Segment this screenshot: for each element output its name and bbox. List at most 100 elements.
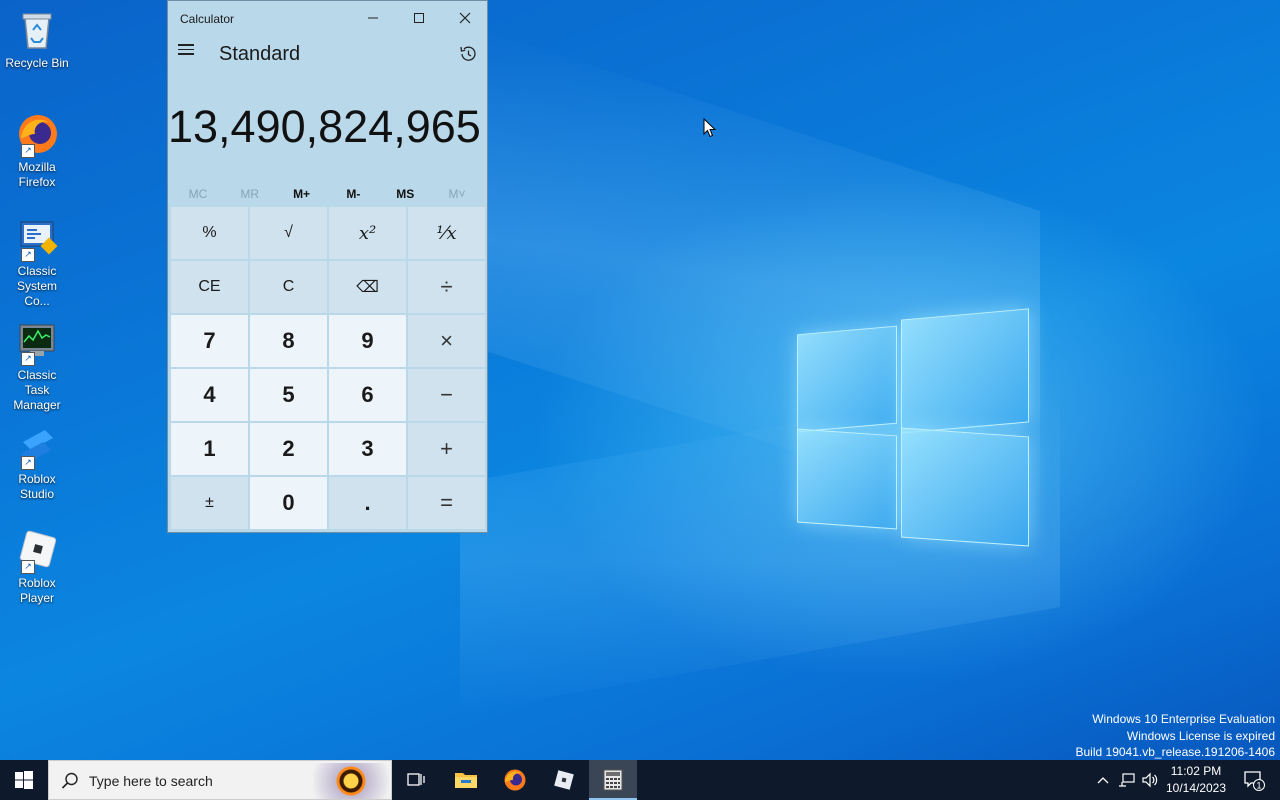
desktop-icon-label: Classic System Co... bbox=[16, 264, 57, 308]
decimal-button[interactable]: . bbox=[329, 477, 406, 529]
clock-date: 10/14/2023 bbox=[1165, 781, 1227, 795]
system-clock[interactable]: 11:02 PM 10/14/2023 bbox=[1156, 763, 1236, 797]
search-placeholder: Type here to search bbox=[89, 773, 213, 789]
minus-button[interactable]: − bbox=[408, 369, 485, 421]
control-panel-icon: ↗ bbox=[15, 216, 59, 262]
notification-count: 1 bbox=[1256, 781, 1261, 791]
divide-button[interactable]: ÷ bbox=[408, 261, 485, 313]
folder-icon bbox=[455, 773, 477, 788]
memory-recall-button[interactable]: MR bbox=[224, 187, 276, 201]
title-bar[interactable]: Calculator bbox=[168, 1, 487, 35]
windows-logo-wallpaper bbox=[795, 308, 1030, 548]
recycle-bin-icon bbox=[15, 8, 59, 52]
mouse-cursor-icon bbox=[703, 118, 717, 138]
action-center-button[interactable]: 1 bbox=[1236, 760, 1272, 800]
square-button[interactable]: x² bbox=[329, 207, 406, 259]
shortcut-arrow-icon: ↗ bbox=[21, 456, 35, 470]
firefox-icon bbox=[504, 769, 526, 791]
memory-store-button[interactable]: MS bbox=[379, 187, 431, 201]
digit-6-button[interactable]: 6 bbox=[329, 369, 406, 421]
memory-bar: MC MR M+ M- MS M˅ bbox=[168, 179, 487, 209]
start-button[interactable] bbox=[0, 760, 48, 800]
chevron-up-icon bbox=[1097, 777, 1109, 784]
equals-button[interactable]: = bbox=[408, 477, 485, 529]
firefox-icon: ↗ bbox=[15, 112, 59, 158]
desktop-icon-label: Classic Task Manager bbox=[13, 368, 61, 412]
memory-subtract-button[interactable]: M- bbox=[327, 187, 379, 201]
activation-watermark: Windows 10 Enterprise Evaluation Windows… bbox=[1076, 711, 1276, 761]
desktop-icon-label: Roblox Player bbox=[18, 576, 56, 605]
clock-time: 11:02 PM bbox=[1170, 764, 1222, 778]
taskbar-firefox[interactable] bbox=[491, 760, 539, 800]
digit-4-button[interactable]: 4 bbox=[171, 369, 248, 421]
result-display: 13,490,824,965 bbox=[168, 101, 481, 152]
reciprocal-button[interactable]: ¹⁄x bbox=[408, 207, 485, 259]
memory-add-button[interactable]: M+ bbox=[276, 187, 328, 201]
desktop-icon-roblox-player[interactable]: ↗ Roblox Player bbox=[4, 528, 70, 606]
maximize-icon bbox=[414, 13, 424, 23]
backspace-button[interactable]: ⌫ bbox=[329, 261, 406, 313]
close-button[interactable] bbox=[442, 1, 488, 35]
calculator-header: Standard bbox=[168, 35, 487, 75]
shortcut-arrow-icon: ↗ bbox=[21, 352, 35, 366]
hamburger-menu-button[interactable] bbox=[178, 41, 198, 61]
task-view-button[interactable] bbox=[392, 760, 440, 800]
square-root-button[interactable]: √ bbox=[250, 207, 327, 259]
windows-start-icon bbox=[15, 771, 33, 789]
digit-0-button[interactable]: 0 bbox=[250, 477, 327, 529]
desktop-icon-classic-task-manager[interactable]: ↗ Classic Task Manager bbox=[4, 320, 70, 413]
shortcut-arrow-icon: ↗ bbox=[21, 560, 35, 574]
taskbar-roblox-player[interactable] bbox=[540, 760, 588, 800]
digit-3-button[interactable]: 3 bbox=[329, 423, 406, 475]
shortcut-arrow-icon: ↗ bbox=[21, 248, 35, 262]
digit-9-button[interactable]: 9 bbox=[329, 315, 406, 367]
digit-5-button[interactable]: 5 bbox=[250, 369, 327, 421]
desktop-icon-label: Roblox Studio bbox=[18, 472, 56, 501]
digit-7-button[interactable]: 7 bbox=[171, 315, 248, 367]
taskbar-calculator[interactable] bbox=[589, 760, 637, 800]
hamburger-icon bbox=[178, 44, 194, 46]
memory-clear-button[interactable]: MC bbox=[172, 187, 224, 201]
desktop-icon-classic-system-control[interactable]: ↗ Classic System Co... bbox=[4, 216, 70, 309]
desktop-icon-firefox[interactable]: ↗ Mozilla Firefox bbox=[4, 112, 70, 190]
watermark-edition: Windows 10 Enterprise Evaluation bbox=[1092, 712, 1275, 726]
close-icon bbox=[459, 12, 471, 24]
calculator-icon bbox=[603, 769, 623, 791]
network-icon bbox=[1119, 773, 1135, 787]
taskbar-search-box[interactable]: Type here to search bbox=[48, 760, 392, 800]
multiply-button[interactable]: × bbox=[408, 315, 485, 367]
task-manager-icon: ↗ bbox=[15, 320, 59, 366]
shortcut-arrow-icon: ↗ bbox=[21, 144, 35, 158]
digit-2-button[interactable]: 2 bbox=[250, 423, 327, 475]
roblox-studio-icon: ↗ bbox=[15, 424, 59, 470]
notification-icon: 1 bbox=[1244, 771, 1265, 791]
desktop-icon-roblox-studio[interactable]: ↗ Roblox Studio bbox=[4, 424, 70, 502]
plus-button[interactable]: + bbox=[408, 423, 485, 475]
digit-1-button[interactable]: 1 bbox=[171, 423, 248, 475]
show-hidden-icons-button[interactable] bbox=[1092, 760, 1114, 800]
roblox-player-icon: ↗ bbox=[15, 528, 59, 574]
taskbar-file-explorer[interactable] bbox=[442, 760, 490, 800]
keypad: % √ x² ¹⁄x CE C ⌫ ÷ 7 8 9 × 4 5 6 − 1 2 … bbox=[171, 207, 485, 529]
search-highlight-image bbox=[313, 763, 389, 799]
percent-button[interactable]: % bbox=[171, 207, 248, 259]
clear-button[interactable]: C bbox=[250, 261, 327, 313]
task-view-icon bbox=[407, 773, 425, 786]
desktop-icon-label: Recycle Bin bbox=[5, 56, 69, 70]
calculator-window[interactable]: Calculator Standard 13,490,824,965 MC MR… bbox=[167, 0, 488, 533]
roblox-player-icon bbox=[554, 770, 574, 790]
window-title: Calculator bbox=[180, 12, 235, 26]
memory-list-button[interactable]: M˅ bbox=[431, 187, 483, 201]
minimize-button[interactable] bbox=[350, 1, 396, 35]
minimize-icon bbox=[368, 17, 378, 19]
negate-button[interactable]: ± bbox=[171, 477, 248, 529]
clear-entry-button[interactable]: CE bbox=[171, 261, 248, 313]
digit-8-button[interactable]: 8 bbox=[250, 315, 327, 367]
maximize-button[interactable] bbox=[396, 1, 442, 35]
desktop-icon-recycle-bin[interactable]: Recycle Bin bbox=[4, 8, 70, 71]
network-button[interactable] bbox=[1116, 760, 1138, 800]
history-button[interactable] bbox=[458, 44, 478, 64]
search-icon bbox=[61, 772, 78, 789]
watermark-license: Windows License is expired bbox=[1126, 728, 1275, 743]
calculator-mode-title: Standard bbox=[219, 43, 301, 65]
